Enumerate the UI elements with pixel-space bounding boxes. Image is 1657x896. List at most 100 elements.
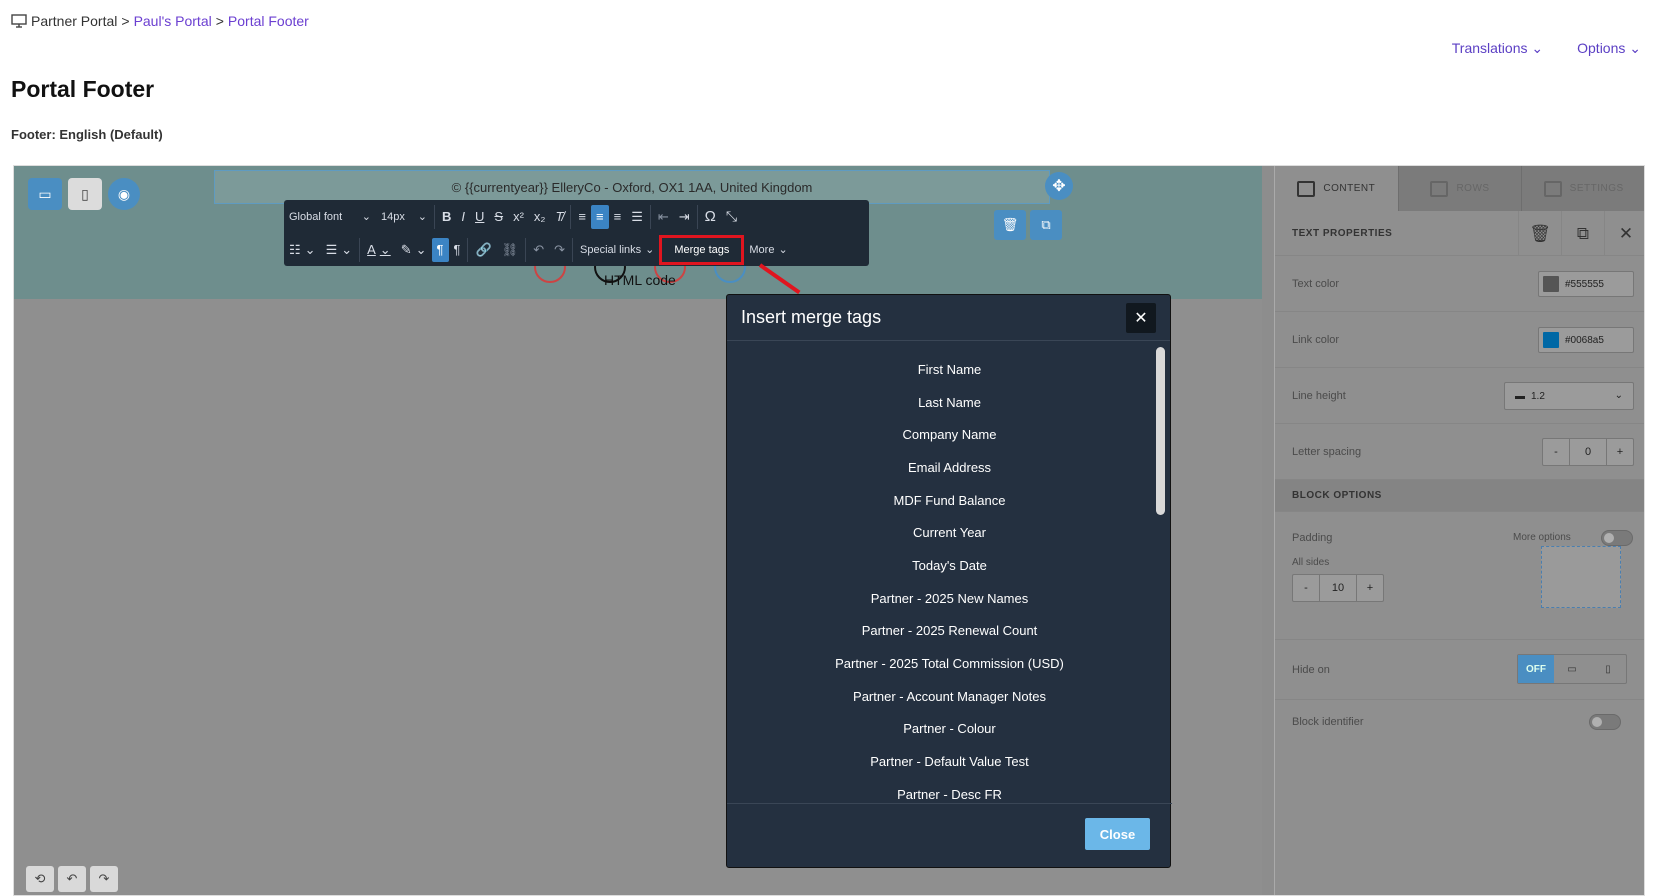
mobile-view-button[interactable]: ▯: [68, 178, 102, 210]
clear-format-button[interactable]: T̸: [550, 205, 568, 229]
merge-tag-item[interactable]: Partner - Account Manager Notes: [727, 680, 1172, 713]
increment-button[interactable]: +: [1357, 575, 1383, 601]
collapse-toolbar-button[interactable]: ⤡: [721, 205, 742, 229]
ordered-list-button[interactable]: ☷ ⌄: [284, 238, 321, 262]
rtl-icon: ¶: [453, 242, 461, 257]
bullet-list-button[interactable]: ☰ ⌄: [321, 238, 358, 262]
merge-tag-item[interactable]: Partner - 2025 New Names: [727, 582, 1172, 615]
tab-rows[interactable]: ROWS: [1398, 166, 1523, 211]
text-color-button[interactable]: A ⌄: [362, 238, 396, 262]
outdent-button[interactable]: ⇤: [653, 205, 674, 229]
redo-button[interactable]: ↷: [549, 238, 570, 262]
merge-tag-item[interactable]: Partner - 2025 Renewal Count: [727, 615, 1172, 648]
line-height-row: Line height ▬ 1.2 ⌄: [1275, 368, 1644, 424]
merge-tags-button[interactable]: Merge tags: [659, 234, 745, 265]
close-button[interactable]: Close: [1085, 818, 1150, 850]
align-right-button[interactable]: ≡: [609, 205, 627, 229]
desktop-view-button[interactable]: ▭: [28, 178, 62, 210]
merge-tag-item[interactable]: Last Name: [727, 386, 1172, 419]
special-links-dropdown[interactable]: Special links ⌄: [575, 238, 659, 262]
merge-tag-item[interactable]: Today's Date: [727, 549, 1172, 582]
modal-scrollbar[interactable]: [1156, 347, 1165, 515]
close-panel-button[interactable]: ✕: [1604, 211, 1644, 256]
merge-tag-item[interactable]: Partner - Desc FR: [727, 778, 1172, 803]
merge-tag-item[interactable]: Company Name: [727, 418, 1172, 451]
footer-text-block[interactable]: © {{currentyear}} ElleryCo - Oxford, OX1…: [214, 170, 1050, 204]
unlink-icon: ⛓: [501, 241, 519, 257]
delete-button[interactable]: 🗑: [1518, 211, 1561, 256]
block-identifier-toggle[interactable]: [1589, 714, 1621, 730]
link-button[interactable]: 🔗: [470, 238, 496, 262]
special-char-button[interactable]: Ω: [700, 205, 721, 229]
duplicate-button[interactable]: ⧉: [1561, 211, 1604, 256]
letter-spacing-value[interactable]: 0: [1569, 439, 1607, 465]
merge-tag-item[interactable]: First Name: [727, 353, 1172, 386]
preview-button[interactable]: ◉: [108, 178, 140, 210]
more-dropdown[interactable]: More ⌄: [744, 238, 792, 262]
toolbar-separator: [570, 204, 572, 229]
chevron-down-icon: ⌄: [361, 211, 371, 223]
padding-value[interactable]: 10: [1319, 575, 1357, 601]
decrement-button[interactable]: -: [1543, 439, 1569, 465]
align-justify-button[interactable]: ☰: [626, 205, 648, 229]
more-options-toggle[interactable]: [1601, 530, 1633, 546]
footer-text[interactable]: © {{currentyear}} ElleryCo - Oxford, OX1…: [452, 180, 813, 195]
breadcrumb-root[interactable]: Partner Portal: [31, 13, 117, 29]
breadcrumb-separator: >: [215, 13, 224, 29]
page-subtitle: Footer: English (Default): [11, 127, 163, 142]
breadcrumb-portal[interactable]: Paul's Portal: [134, 13, 212, 29]
merge-tag-item[interactable]: Current Year: [727, 516, 1172, 549]
toolbar-separator: [467, 237, 469, 262]
toolbar-separator: [696, 204, 698, 229]
hide-mobile-button[interactable]: ▯: [1590, 655, 1626, 683]
delete-block-button[interactable]: 🗑: [994, 210, 1026, 240]
breadcrumb-current[interactable]: Portal Footer: [228, 13, 309, 29]
merge-tag-item[interactable]: Partner - 2025 Total Commission (USD): [727, 647, 1172, 680]
chevron-down-icon: ⌄: [1531, 40, 1544, 56]
merge-tag-list[interactable]: First Name Last Name Company Name Email …: [727, 342, 1172, 804]
tab-content[interactable]: CONTENT: [1275, 166, 1399, 211]
hide-desktop-button[interactable]: ▭: [1554, 655, 1590, 683]
align-center-button[interactable]: ≡: [591, 204, 609, 229]
more-options-label: More options: [1513, 532, 1571, 543]
subscript-button[interactable]: x₂: [529, 205, 551, 229]
line-height-select[interactable]: ▬ 1.2 ⌄: [1504, 382, 1634, 410]
underline-button[interactable]: U: [470, 205, 489, 229]
italic-button[interactable]: I: [456, 205, 470, 229]
merge-tag-item[interactable]: Partner - Colour: [727, 713, 1172, 746]
ltr-button[interactable]: ¶: [431, 237, 449, 262]
undo-button[interactable]: ↶: [528, 238, 549, 262]
rtl-button[interactable]: ¶: [449, 238, 466, 262]
decrement-button[interactable]: -: [1293, 575, 1319, 601]
font-family-select[interactable]: Global font ⌄: [284, 205, 376, 229]
line-height-label: Line height: [1292, 390, 1346, 402]
align-left-button[interactable]: ≡: [573, 205, 591, 229]
merge-tag-item[interactable]: MDF Fund Balance: [727, 484, 1172, 517]
font-size-select[interactable]: 14px ⌄: [376, 205, 432, 229]
translations-dropdown[interactable]: Translations ⌄: [1452, 40, 1543, 57]
merge-tag-item[interactable]: Email Address: [727, 451, 1172, 484]
highlight-button[interactable]: ✎ ⌄: [396, 238, 432, 262]
increment-button[interactable]: +: [1607, 439, 1633, 465]
redo-button[interactable]: ↷: [90, 866, 118, 892]
indent-button[interactable]: ⇥: [674, 205, 695, 229]
link-color-picker[interactable]: #0068a5: [1538, 327, 1634, 353]
strikethrough-button[interactable]: S: [489, 205, 508, 229]
letter-spacing-label: Letter spacing: [1292, 446, 1362, 458]
duplicate-block-button[interactable]: ⧉: [1030, 210, 1062, 240]
omega-icon: Ω: [704, 208, 716, 225]
move-handle[interactable]: ✥: [1045, 172, 1073, 200]
text-color-picker[interactable]: #555555: [1538, 271, 1634, 297]
options-dropdown[interactable]: Options ⌄: [1577, 40, 1641, 57]
history-button[interactable]: ⟲: [26, 866, 54, 892]
align-center-icon: ≡: [596, 209, 604, 224]
undo-button[interactable]: ↶: [58, 866, 86, 892]
modal-close-button[interactable]: ✕: [1126, 302, 1156, 333]
mobile-icon: ▯: [1605, 663, 1611, 675]
superscript-button[interactable]: x²: [508, 205, 529, 229]
hide-off-button[interactable]: OFF: [1518, 655, 1554, 683]
merge-tag-item[interactable]: Partner - Default Value Test: [727, 745, 1172, 778]
tab-settings[interactable]: SETTINGS: [1522, 166, 1644, 211]
bold-button[interactable]: B: [437, 205, 456, 229]
unlink-button[interactable]: ⛓: [497, 238, 524, 262]
